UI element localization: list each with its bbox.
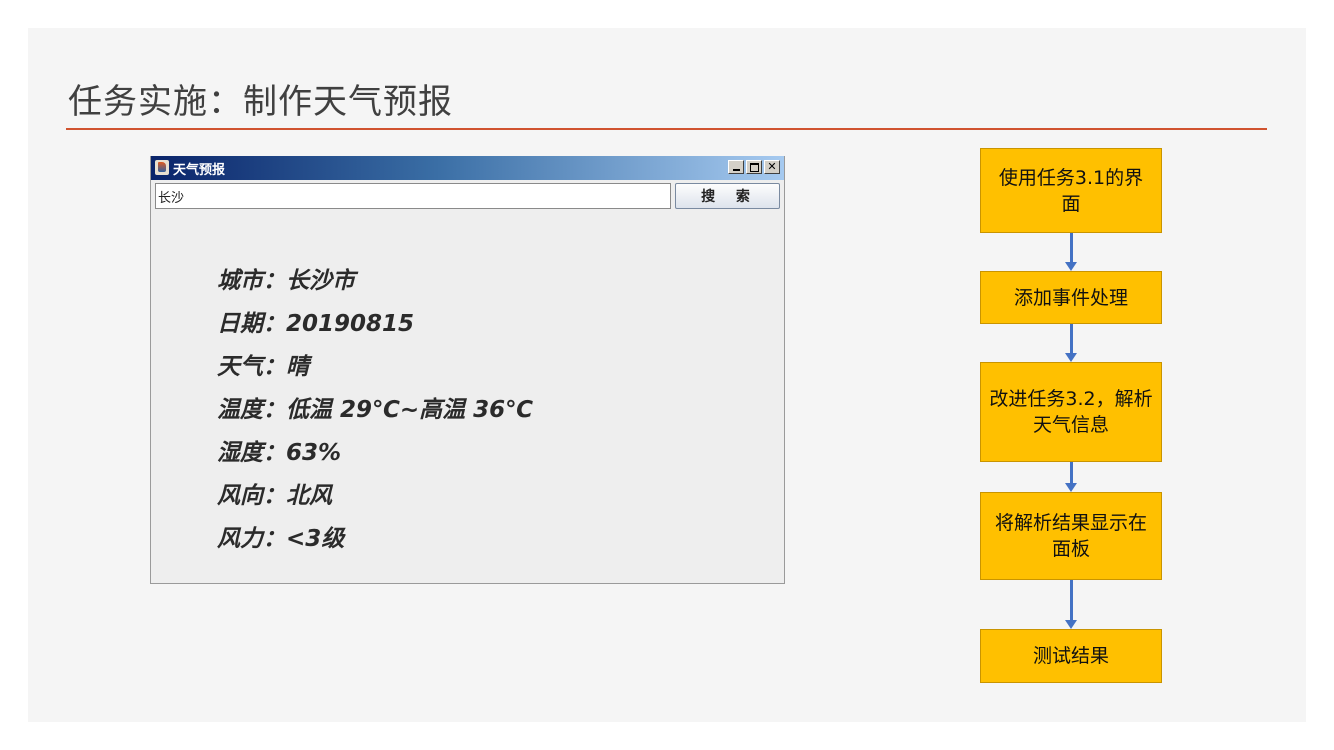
city-search-input[interactable] xyxy=(155,183,671,209)
title-divider xyxy=(66,128,1267,130)
close-icon[interactable]: ✕ xyxy=(764,160,780,174)
flow-step-4: 将解析结果显示在面板 xyxy=(980,492,1162,580)
minimize-icon[interactable] xyxy=(728,160,744,174)
maximize-icon[interactable] xyxy=(746,160,762,174)
flow-arrow-1 xyxy=(1065,233,1077,271)
flow-step-1: 使用任务3.1的界面 xyxy=(980,148,1162,233)
flow-step-3: 改进任务3.2，解析天气信息 xyxy=(980,362,1162,462)
info-temperature: 温度：低温 29℃~高温 36℃ xyxy=(217,397,534,423)
info-date: 日期：20190815 xyxy=(217,311,415,337)
java-app-icon xyxy=(155,160,169,175)
flow-step-2: 添加事件处理 xyxy=(980,271,1162,324)
window-controls: ✕ xyxy=(728,160,780,174)
search-button[interactable]: 搜 索 xyxy=(675,183,780,209)
window-titlebar[interactable]: 天气预报 ✕ xyxy=(151,156,784,180)
window-body: 搜 索 城市：长沙市 日期：20190815 天气：晴 温度：低温 29℃~高温… xyxy=(151,180,784,583)
flow-arrow-2 xyxy=(1065,324,1077,362)
weather-app-window: 天气预报 ✕ 搜 索 城市：长沙市 日期：20190815 天气：晴 温度：低温… xyxy=(150,156,785,584)
window-title: 天气预报 xyxy=(173,163,226,178)
info-weather: 天气：晴 xyxy=(217,354,309,380)
info-wind-force: 风力：<3级 xyxy=(217,526,345,552)
flow-arrow-3 xyxy=(1065,462,1077,492)
info-city: 城市：长沙市 xyxy=(217,268,355,294)
info-wind-direction: 风向：北风 xyxy=(217,483,332,509)
flow-arrow-4 xyxy=(1065,580,1077,629)
flow-step-5: 测试结果 xyxy=(980,629,1162,683)
slide-title: 任务实施：制作天气预报 xyxy=(68,82,453,122)
info-humidity: 湿度：63% xyxy=(217,440,342,466)
weather-info-list: 城市：长沙市 日期：20190815 天气：晴 温度：低温 29℃~高温 36℃… xyxy=(217,266,533,567)
